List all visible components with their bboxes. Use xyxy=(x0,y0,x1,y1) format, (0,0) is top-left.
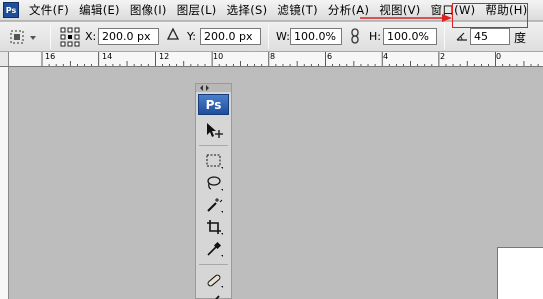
w-label: W: xyxy=(276,30,290,43)
ruler-label: 2 xyxy=(440,52,446,61)
crop-tool-icon[interactable] xyxy=(197,216,230,238)
ruler-ticks xyxy=(41,52,539,66)
tool-separator xyxy=(199,264,228,265)
menu-select[interactable]: 选择(S) xyxy=(223,2,274,18)
menu-image[interactable]: 图像(I) xyxy=(126,2,173,18)
ruler-label: 0 xyxy=(496,52,502,61)
move-tool-icon[interactable] xyxy=(197,119,230,141)
tools-ps-logo[interactable]: Ps xyxy=(198,94,229,115)
magic-wand-tool-icon[interactable] xyxy=(197,194,230,216)
y-position-field[interactable]: 200.0 px xyxy=(200,28,261,45)
ruler-label: 6 xyxy=(327,52,333,61)
red-arrow-annotation xyxy=(360,14,452,22)
x-label: X: xyxy=(85,30,97,43)
rotation-angle-field[interactable]: 45 xyxy=(470,28,510,45)
ruler-label: 10 xyxy=(213,52,224,61)
link-proportions-icon[interactable] xyxy=(350,27,360,48)
marquee-tool-icon[interactable] xyxy=(197,150,230,172)
angle-highlight-box xyxy=(452,3,528,28)
reference-point-icon xyxy=(60,27,80,47)
angle-unit-label: 度 xyxy=(514,31,527,45)
menu-file[interactable]: 文件(F) xyxy=(25,2,75,18)
menu-layer[interactable]: 图层(L) xyxy=(173,2,223,18)
menu-filter[interactable]: 滤镜(T) xyxy=(273,2,324,18)
ruler-label: 4 xyxy=(383,52,389,61)
tool-separator xyxy=(199,145,228,146)
brush-tool-icon[interactable] xyxy=(197,291,230,299)
ruler-label: 12 xyxy=(159,52,170,61)
y-label: Y: xyxy=(187,30,196,43)
ruler-origin[interactable] xyxy=(0,52,9,66)
tools-panel: Ps xyxy=(195,83,232,299)
ruler-label: 16 xyxy=(45,52,56,61)
vertical-ruler xyxy=(0,67,9,299)
eyedropper-tool-icon[interactable] xyxy=(197,238,230,260)
tool-preset-picker[interactable] xyxy=(8,28,38,49)
separator xyxy=(50,25,51,49)
panel-grip[interactable] xyxy=(196,84,231,92)
height-field[interactable]: 100.0% xyxy=(383,28,437,45)
lasso-tool-icon[interactable] xyxy=(197,172,230,194)
ruler-label: 14 xyxy=(102,52,113,61)
separator xyxy=(444,25,445,49)
relative-position-icon[interactable] xyxy=(166,27,180,44)
rotation-angle-icon xyxy=(456,30,468,45)
healing-brush-tool-icon[interactable] xyxy=(197,269,230,291)
collapse-arrows-icon xyxy=(200,85,209,91)
separator xyxy=(268,25,269,49)
width-field[interactable]: 100.0% xyxy=(290,28,342,45)
ruler-label: 8 xyxy=(270,52,276,61)
document-canvas[interactable] xyxy=(497,247,543,299)
x-position-field[interactable]: 200.0 px xyxy=(98,28,159,45)
photoshop-logo-icon[interactable]: Ps xyxy=(3,2,19,18)
transform-preset-icon xyxy=(10,30,36,44)
reference-point-locator[interactable] xyxy=(60,27,80,50)
menu-edit[interactable]: 编辑(E) xyxy=(75,2,126,18)
h-label: H: xyxy=(369,30,381,43)
horizontal-ruler: 16 14 12 10 8 6 4 2 0 xyxy=(0,52,543,67)
